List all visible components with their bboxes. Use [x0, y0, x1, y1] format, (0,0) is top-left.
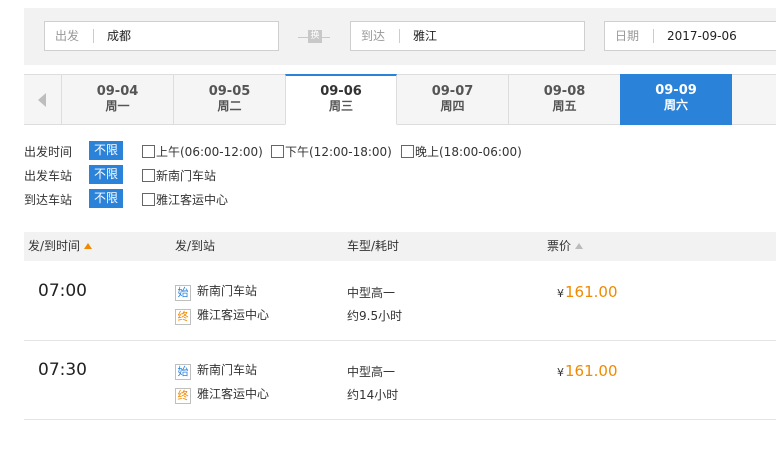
price: ¥161.00 [557, 362, 618, 380]
field-separator [93, 29, 94, 43]
filter-any-tag[interactable]: 不限 [89, 165, 123, 184]
to-station: 终雅江客运中心 [175, 386, 269, 404]
duration: 约9.5小时 [347, 309, 403, 323]
sort-by-price[interactable]: 票价 [547, 232, 584, 261]
departure-city-field[interactable]: 出发 成都 [44, 21, 279, 51]
filter-any-tag[interactable]: 不限 [89, 141, 123, 160]
date-label: 日期 [615, 29, 640, 43]
date-tab-weekday: 周四 [440, 99, 465, 113]
date-tab-date: 09-10 [732, 85, 776, 99]
bus-type: 中型高一 [347, 286, 396, 300]
filter-option[interactable]: 新南门车站 [142, 167, 216, 184]
sort-arrow-up-icon [575, 243, 584, 249]
end-badge: 终 [175, 388, 191, 404]
date-value: 2017-09-06 [667, 29, 737, 43]
checkbox[interactable] [142, 193, 155, 206]
swap-arrow-right-icon [322, 37, 330, 38]
date-tab-date: 09-05 [208, 84, 251, 99]
search-bar: 出发 成都 换 到达 雅江 日期 2017-09-06 [24, 8, 776, 65]
price: ¥161.00 [557, 283, 618, 301]
date-tab-date: 09-04 [96, 84, 139, 99]
sort-arrow-up-icon [84, 243, 93, 249]
filter-option[interactable]: 晚上(18:00-06:00) [401, 143, 522, 160]
to-station-name: 雅江客运中心 [197, 387, 270, 401]
to-station: 终雅江客运中心 [175, 307, 269, 325]
departure-time: 07:30 [38, 360, 87, 380]
filter-option-label: 上午(06:00-12:00) [156, 145, 263, 159]
start-badge: 始 [175, 364, 191, 380]
date-field[interactable]: 日期 2017-09-06 [604, 21, 776, 51]
filter-label: 到达车站 [24, 193, 73, 207]
date-tab-date: 09-07 [431, 84, 474, 99]
date-tab-weekday: 周三 [328, 99, 353, 113]
checkbox[interactable] [142, 145, 155, 158]
end-badge: 终 [175, 309, 191, 325]
column-header-time: 发/到时间 [28, 239, 81, 253]
checkbox[interactable] [271, 145, 284, 158]
date-tabs: 09-04 周一 09-05 周二 09-06 周三 09-07 周四 09-0… [24, 74, 776, 125]
column-header-bus: 车型/耗时 [347, 239, 400, 253]
table-row[interactable]: 07:00 始新南门车站 终雅江客运中心 中型高一 约9.5小时 ¥161.00 [24, 262, 776, 341]
field-separator [653, 29, 654, 43]
date-tab-current[interactable]: 09-06 周三 [285, 74, 397, 125]
currency-symbol: ¥ [557, 366, 564, 379]
field-separator [399, 29, 400, 43]
filter-option-label: 晚上(18:00-06:00) [415, 145, 522, 159]
arrival-city-value: 雅江 [413, 29, 438, 43]
to-station-name: 雅江客运中心 [197, 308, 270, 322]
checkbox[interactable] [401, 145, 414, 158]
filter-any-tag[interactable]: 不限 [89, 189, 123, 208]
column-header-price: 票价 [547, 239, 572, 253]
date-tab-selected[interactable]: 09-09 周六 [620, 74, 732, 125]
arrival-city-field[interactable]: 到达 雅江 [350, 21, 585, 51]
from-station: 始新南门车站 [175, 283, 257, 301]
date-tab-weekday: 周五 [552, 99, 577, 113]
filter-option[interactable]: 下午(12:00-18:00) [271, 143, 392, 160]
date-tab[interactable]: 09-05 周二 [174, 75, 286, 124]
filter-option[interactable]: 雅江客运中心 [142, 191, 228, 208]
filter-option[interactable]: 上午(06:00-12:00) [142, 143, 263, 160]
date-tab-date: 09-08 [543, 84, 586, 99]
prev-dates-button[interactable] [24, 75, 62, 124]
swap-icon: 换 [308, 30, 322, 43]
chevron-left-icon [38, 93, 46, 107]
filter-option-label: 新南门车站 [156, 169, 217, 183]
filter-option-label: 雅江客运中心 [156, 193, 229, 207]
filter-option-label: 下午(12:00-18:00) [285, 145, 392, 159]
arrival-label: 到达 [361, 29, 386, 43]
date-tab[interactable]: 09-10 [732, 75, 776, 124]
sort-by-time[interactable]: 发/到时间 [28, 232, 93, 261]
table-row[interactable]: 07:30 始新南门车站 终雅江客运中心 中型高一 约14小时 ¥161.00 [24, 341, 776, 420]
swap-arrow-left-icon [298, 37, 308, 38]
bus-type: 中型高一 [347, 365, 396, 379]
date-tab-weekday: 周六 [663, 98, 688, 112]
filter-label: 出发时间 [24, 145, 73, 159]
departure-city-value: 成都 [107, 29, 132, 43]
table-header: 发/到时间 发/到站 车型/耗时 票价 [24, 232, 776, 261]
price-value: 161.00 [565, 362, 618, 380]
date-tab[interactable]: 09-08 周五 [509, 75, 621, 124]
date-tab-date: 09-06 [320, 84, 362, 99]
from-station-name: 新南门车站 [197, 363, 258, 377]
departure-label: 出发 [55, 29, 80, 43]
from-station: 始新南门车站 [175, 362, 257, 380]
date-tab-weekday: 周一 [105, 99, 130, 113]
currency-symbol: ¥ [557, 287, 564, 300]
start-badge: 始 [175, 285, 191, 301]
date-tab[interactable]: 09-07 周四 [397, 75, 509, 124]
filter-label: 出发车站 [24, 169, 73, 183]
departure-time: 07:00 [38, 281, 87, 301]
date-tab-weekday: 周二 [217, 99, 242, 113]
date-tab[interactable]: 09-04 周一 [62, 75, 174, 124]
from-station-name: 新南门车站 [197, 284, 258, 298]
price-value: 161.00 [565, 283, 618, 301]
date-tab-date: 09-09 [655, 83, 697, 98]
column-header-stations: 发/到站 [175, 239, 216, 253]
duration: 约14小时 [347, 388, 399, 402]
swap-button[interactable]: 换 [298, 29, 330, 45]
checkbox[interactable] [142, 169, 155, 182]
